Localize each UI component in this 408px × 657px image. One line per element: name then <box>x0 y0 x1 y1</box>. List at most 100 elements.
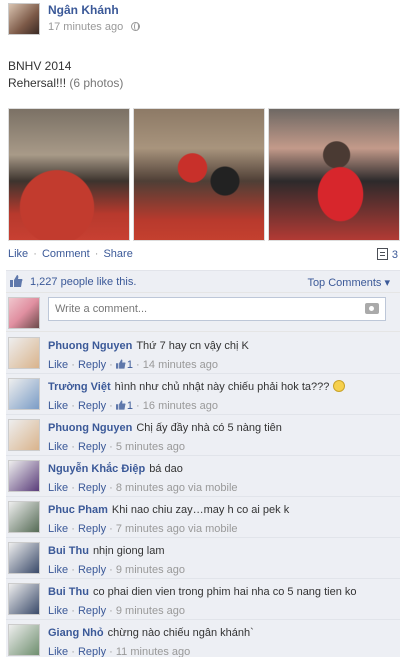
comment-input[interactable]: Write a comment... <box>48 297 386 321</box>
photo-grid <box>8 108 400 241</box>
comment-time[interactable]: 9 minutes ago <box>116 605 185 617</box>
comment-like-count[interactable]: 1 <box>115 400 133 412</box>
separator: · <box>33 248 37 260</box>
comment-meta: Like · Reply · 11 minutes ago <box>48 646 191 657</box>
comment-row: Phuong Nguyen Chị ấy đầy nhà có 5 nàng ti… <box>6 415 400 456</box>
comment-meta: Like · Reply · 5 minutes ago <box>48 441 185 453</box>
comment-body: Giang Nhỏ chừng nào chiếu ngân khánh` Like… <box>48 626 396 657</box>
comment-time[interactable]: 8 minutes ago via mobile <box>116 482 238 494</box>
comment-time[interactable]: 9 minutes ago <box>116 564 185 576</box>
post-header: Ngân Khánh 17 minutes ago <box>8 3 400 39</box>
photo-2[interactable] <box>133 108 265 241</box>
comment-text: Thứ 7 hay cn vậy chị K <box>136 340 249 352</box>
commenter-name[interactable]: Phuc Pham <box>48 504 108 516</box>
comment-body: Phuc Pham Khi nao chiu zay…may h co ai pe… <box>48 503 396 537</box>
comment-button[interactable]: Comment <box>42 248 90 260</box>
commenter-avatar[interactable] <box>8 378 40 410</box>
comment-reply-button[interactable]: Reply <box>78 523 106 535</box>
post-text: BNHV 2014 Rehersal!!! (6 photos) <box>8 58 123 92</box>
comment-meta: Like · Reply · 1 · 16 minutes ago <box>48 400 218 412</box>
comment-like-button[interactable]: Like <box>48 646 68 657</box>
thumbs-up-icon <box>115 359 126 369</box>
comment-row: Nguyễn Khắc Điệp bá dao Like · Reply · 8 m… <box>6 456 400 497</box>
comment-like-button[interactable]: Like <box>48 523 68 535</box>
globe-icon <box>131 22 141 31</box>
commenter-name[interactable]: Bui Thu <box>48 545 89 557</box>
comment-text: nhịn giong lam <box>92 545 165 557</box>
commenter-avatar[interactable] <box>8 624 40 656</box>
commenter-name[interactable]: Bui Thu <box>48 586 89 598</box>
comment-reply-button[interactable]: Reply <box>78 359 106 371</box>
commenter-avatar[interactable] <box>8 460 40 492</box>
smiley-emoticon-icon <box>333 380 346 392</box>
comment-meta: Like · Reply · 8 minutes ago via mobile <box>48 482 238 494</box>
commenter-avatar[interactable] <box>8 419 40 451</box>
comment-like-count[interactable]: 1 <box>115 359 133 371</box>
comment-like-button[interactable]: Like <box>48 400 68 412</box>
photo-count-link[interactable]: (6 photos) <box>69 76 123 90</box>
comment-text: bá dao <box>149 463 183 475</box>
commenter-name[interactable]: Trường Việt <box>48 381 111 393</box>
comment-body: Bui Thu nhịn giong lam Like · Reply · 9 mi… <box>48 544 396 578</box>
comments-section: 1,227 people like this. Top Comments ▾ W… <box>6 270 400 657</box>
comment-text: chừng nào chiếu ngân khánh` <box>107 627 254 639</box>
comment-like-button[interactable]: Like <box>48 564 68 576</box>
comment-meta: Like · Reply · 7 minutes ago via mobile <box>48 523 238 535</box>
top-comments-dropdown[interactable]: Top Comments ▾ <box>307 276 390 289</box>
comment-row: Giang Nhỏ chừng nào chiếu ngân khánh` Like… <box>6 620 400 657</box>
comment-text: Khi nao chiu zay…may h co ai pek k <box>111 504 290 516</box>
like-count-text[interactable]: 1,227 people like this. <box>30 276 136 288</box>
photo-1[interactable] <box>8 108 130 241</box>
post-actions: Like · Comment · Share 3 <box>8 248 400 264</box>
commenter-avatar[interactable] <box>8 542 40 574</box>
post-title-line: BNHV 2014 <box>8 59 72 73</box>
comment-time[interactable]: 16 minutes ago <box>143 400 218 412</box>
commenter-avatar[interactable] <box>8 337 40 369</box>
comment-like-button[interactable]: Like <box>48 605 68 617</box>
comment-reply-button[interactable]: Reply <box>78 646 106 657</box>
comment-time[interactable]: 14 minutes ago <box>143 359 218 371</box>
photo-3[interactable] <box>268 108 400 241</box>
author-avatar[interactable] <box>8 3 40 35</box>
comment-like-button[interactable]: Like <box>48 441 68 453</box>
comment-count-value: 3 <box>391 249 398 261</box>
comment-body: Phuong Nguyen Chị ấy đầy nhà có 5 nàng ti… <box>48 421 396 455</box>
commenter-avatar[interactable] <box>8 583 40 615</box>
commenter-name[interactable]: Phuong Nguyen <box>48 340 132 352</box>
post-timestamp: 17 minutes ago <box>48 21 141 33</box>
comment-like-button[interactable]: Like <box>48 482 68 494</box>
comments-count[interactable]: 3 <box>376 248 398 261</box>
comment-reply-button[interactable]: Reply <box>78 564 106 576</box>
comment-body: Phuong Nguyen Thứ 7 hay cn vậy chị K Like … <box>48 339 396 373</box>
commenter-name[interactable]: Phuong Nguyen <box>48 422 132 434</box>
comment-reply-button[interactable]: Reply <box>78 605 106 617</box>
commenter-name[interactable]: Giang Nhỏ <box>48 627 104 639</box>
comment-input-placeholder: Write a comment... <box>55 303 148 315</box>
current-user-avatar <box>8 297 40 329</box>
comment-text: Chị ấy đầy nhà có 5 nàng tiên <box>136 422 282 434</box>
author-name[interactable]: Ngân Khánh <box>48 3 119 17</box>
comment-like-count-value: 1 <box>126 400 133 412</box>
like-button[interactable]: Like <box>8 248 28 260</box>
comment-row: Trường Việt hình như chủ nhật này chiếu p… <box>6 374 400 415</box>
comment-row: Phuong Nguyen Thứ 7 hay cn vậy chị K Like … <box>6 333 400 374</box>
comment-text: co phai dien vien trong phim hai nha co … <box>92 586 357 598</box>
share-button[interactable]: Share <box>103 248 132 260</box>
comment-reply-button[interactable]: Reply <box>78 441 106 453</box>
comment-meta: Like · Reply · 9 minutes ago <box>48 564 185 576</box>
comment-reply-button[interactable]: Reply <box>78 482 106 494</box>
comment-reply-button[interactable]: Reply <box>78 400 106 412</box>
comment-body: Nguyễn Khắc Điệp bá dao Like · Reply · 8 m… <box>48 462 396 496</box>
comment-meta: Like · Reply · 1 · 14 minutes ago <box>48 359 218 371</box>
comment-composer: Write a comment... <box>6 294 400 332</box>
comment-icon <box>376 248 388 260</box>
commenter-avatar[interactable] <box>8 501 40 533</box>
camera-icon[interactable] <box>365 303 379 314</box>
post-body-text: Rehersal!!! <box>8 76 67 90</box>
commenter-name[interactable]: Nguyễn Khắc Điệp <box>48 463 145 475</box>
comment-like-button[interactable]: Like <box>48 359 68 371</box>
comment-time[interactable]: 5 minutes ago <box>116 441 185 453</box>
comment-time[interactable]: 7 minutes ago via mobile <box>116 523 238 535</box>
post-time[interactable]: 17 minutes ago <box>48 21 123 33</box>
comment-time[interactable]: 11 minutes ago <box>116 646 190 657</box>
